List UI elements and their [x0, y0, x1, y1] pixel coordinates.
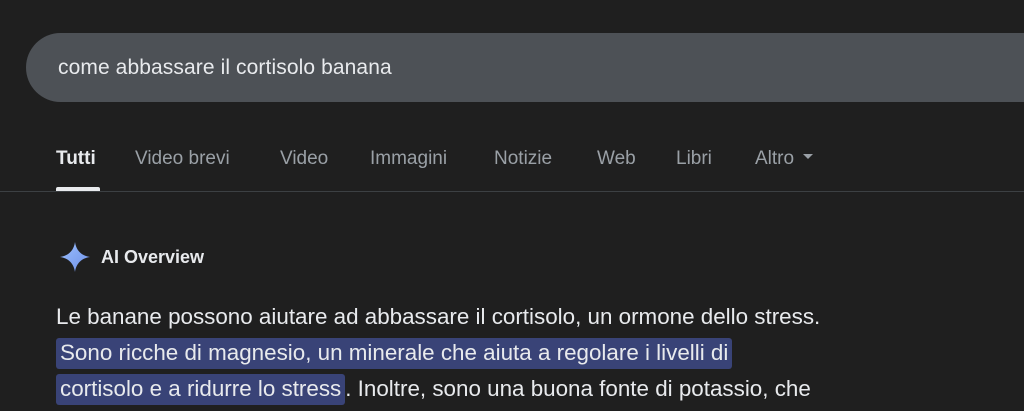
- tab-altro-label: Altro: [755, 148, 795, 169]
- ai-overview-title: AI Overview: [101, 246, 205, 267]
- overview-sentence-1: Le banane possono aiutare ad abbassare i…: [56, 304, 821, 329]
- highlighted-text-2: cortisolo e a ridurre lo stress: [56, 374, 346, 405]
- search-input[interactable]: come abbassare il cortisolo banana: [58, 56, 392, 80]
- chevron-down-icon: [803, 154, 814, 160]
- tab-video-brevi[interactable]: Video brevi: [135, 148, 230, 170]
- tab-notizie[interactable]: Notizie: [494, 148, 552, 170]
- overview-sentence-3: . Inoltre, sono una buona fonte di potas…: [345, 376, 811, 401]
- sparkle-icon: [60, 242, 90, 272]
- ai-overview-header: AI Overview: [58, 240, 204, 274]
- search-results-page: come abbassare il cortisolo banana Tutti…: [0, 0, 1024, 411]
- active-tab-indicator: [56, 187, 100, 191]
- tab-video[interactable]: Video: [280, 148, 328, 170]
- search-tabs: Tutti Video brevi Video Immagini Notizie…: [0, 132, 1024, 192]
- ai-overview-text: Le banane possono aiutare ad abbassare i…: [56, 299, 1016, 407]
- overview-line-3: cortisolo e a ridurre lo stress. Inoltre…: [56, 371, 1016, 407]
- search-bar[interactable]: come abbassare il cortisolo banana: [26, 33, 1024, 102]
- tab-libri[interactable]: Libri: [676, 148, 712, 170]
- overview-line-2: Sono ricche di magnesio, un minerale che…: [56, 335, 1016, 371]
- tab-web[interactable]: Web: [597, 148, 636, 170]
- highlighted-text-1: Sono ricche di magnesio, un minerale che…: [56, 338, 733, 369]
- tab-immagini[interactable]: Immagini: [370, 148, 447, 170]
- tab-tutti[interactable]: Tutti: [56, 148, 96, 170]
- tab-altro[interactable]: Altro: [755, 148, 814, 170]
